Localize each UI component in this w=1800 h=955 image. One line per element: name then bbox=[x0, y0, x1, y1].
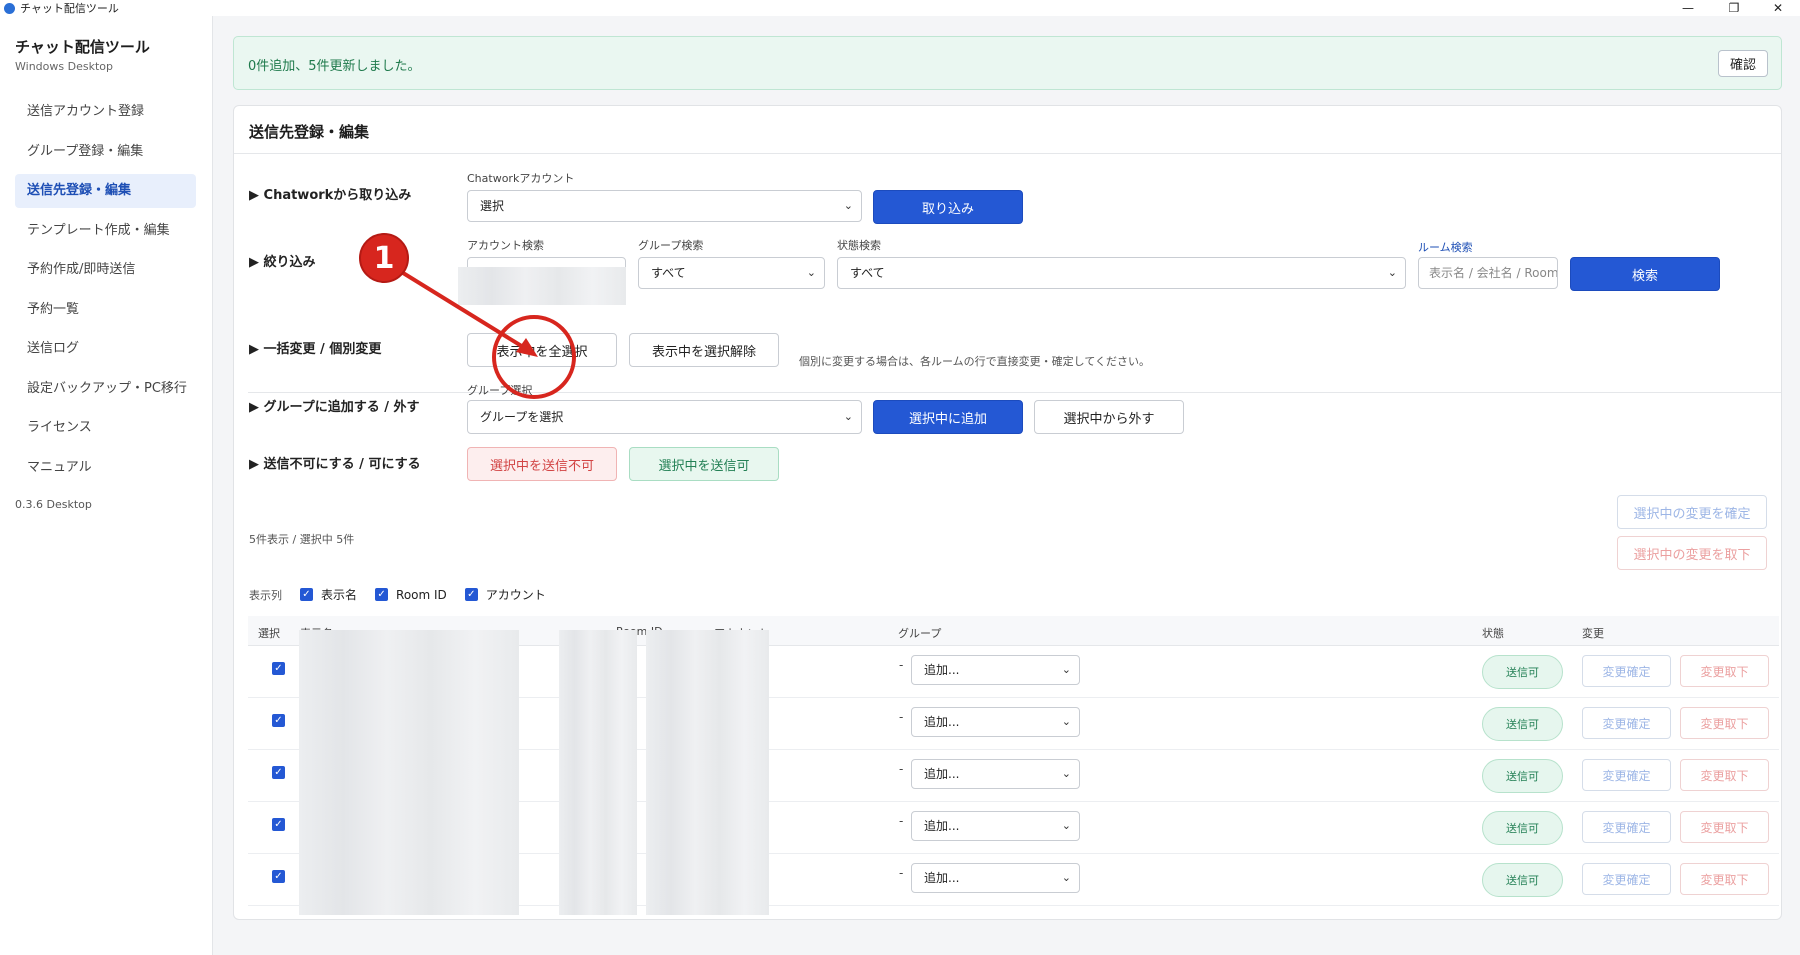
annotation-ring bbox=[492, 315, 576, 399]
annotation-marker: 1 bbox=[359, 233, 409, 283]
annotation-arrow bbox=[393, 266, 538, 357]
